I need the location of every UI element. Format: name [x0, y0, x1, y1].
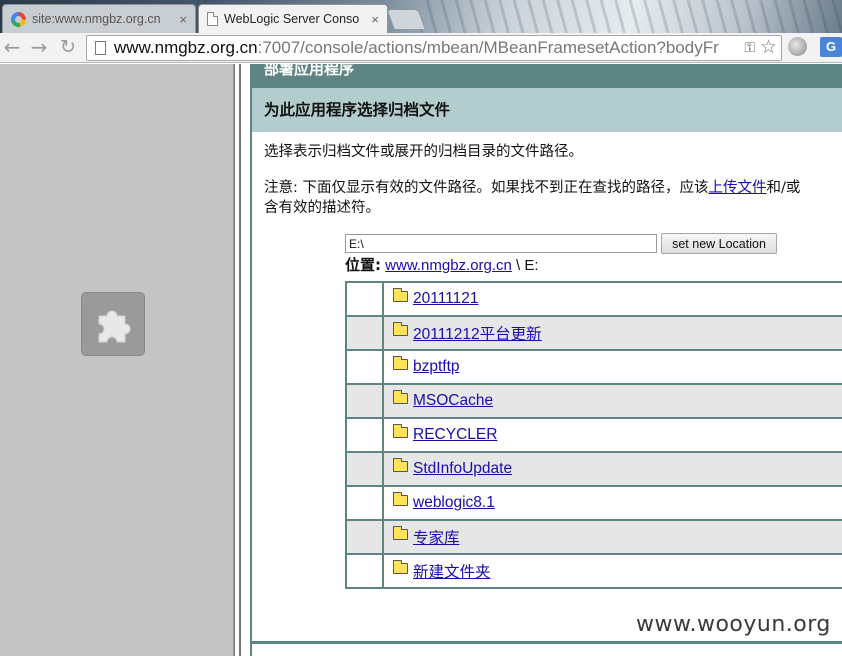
tab-google-search[interactable]: site:www.nmgbz.org.cn ×	[2, 4, 196, 33]
puzzle-piece-icon	[98, 310, 131, 343]
location-path: \ E:	[511, 257, 539, 274]
folder-icon	[393, 389, 408, 404]
table-row: RECYCLER	[345, 417, 842, 453]
url-path: :7007/console/actions/mbean/MBeanFramese…	[257, 38, 719, 57]
browser-toolbar: ← → ↻ www.nmgbz.org.cn:7007/console/acti…	[0, 33, 842, 63]
frame-divider[interactable]	[234, 64, 250, 656]
globe-extension-icon[interactable]	[788, 37, 807, 56]
select-cell[interactable]	[345, 553, 384, 589]
folder-icon	[393, 491, 408, 506]
folder-link[interactable]: 专家库	[413, 526, 460, 548]
folder-link[interactable]: RECYCLER	[413, 426, 497, 444]
tab-title: WebLogic Server Conso	[224, 12, 360, 26]
folder-icon	[393, 423, 408, 438]
left-navigation-frame	[0, 64, 234, 656]
folder-link[interactable]: 新建文件夹	[413, 560, 491, 582]
table-row: MSOCache	[345, 383, 842, 419]
folder-link[interactable]: weblogic8.1	[413, 494, 495, 512]
set-new-location-button[interactable]: set new Location	[661, 233, 777, 254]
key-icon[interactable]: ⚿	[741, 39, 755, 56]
tab-weblogic-console[interactable]: WebLogic Server Conso ×	[198, 4, 388, 33]
translate-extension-icon[interactable]: G	[820, 37, 842, 57]
bookmark-star-icon[interactable]: ☆	[759, 36, 777, 59]
folder-icon	[393, 525, 408, 540]
forward-arrow-icon[interactable]: →	[27, 36, 51, 60]
select-cell[interactable]	[345, 349, 384, 385]
location-label: 位置:	[345, 256, 381, 274]
content-footer-border	[252, 641, 842, 656]
select-cell[interactable]	[345, 519, 384, 555]
folder-icon	[393, 355, 408, 370]
url-host: www.nmgbz.org.cn	[114, 38, 258, 57]
select-cell[interactable]	[345, 315, 384, 351]
reload-icon[interactable]: ↻	[56, 36, 80, 60]
location-path-input[interactable]	[345, 234, 657, 253]
location-host-link[interactable]: www.nmgbz.org.cn	[385, 257, 512, 274]
table-row: 新建文件夹	[345, 553, 842, 589]
folder-link[interactable]: MSOCache	[413, 392, 493, 410]
select-cell[interactable]	[345, 383, 384, 419]
page-icon	[95, 41, 106, 55]
table-row: bzptftp	[345, 349, 842, 385]
close-icon[interactable]: ×	[371, 12, 379, 27]
folder-link[interactable]: bzptftp	[413, 358, 460, 376]
upload-file-link[interactable]: 上传文件	[709, 180, 767, 196]
document-icon	[207, 12, 218, 26]
table-row: 专家库	[345, 519, 842, 555]
back-arrow-icon[interactable]: ←	[0, 36, 24, 60]
folder-icon	[393, 321, 408, 336]
main-content-frame: 部署应用程序 为此应用程序选择归档文件 选择表示归档文件或展开的归档目录的文件路…	[250, 64, 842, 656]
tab-title: site:www.nmgbz.org.cn	[32, 12, 161, 26]
google-favicon-icon	[11, 11, 26, 27]
close-icon[interactable]: ×	[179, 12, 187, 27]
watermark: www.wooyun.org	[636, 612, 831, 637]
select-cell[interactable]	[345, 281, 384, 317]
folder-list-table: 20111121 20111212平台更新 bzptftp MSOCache R…	[345, 281, 842, 589]
address-bar[interactable]: www.nmgbz.org.cn:7007/console/actions/mb…	[86, 35, 782, 61]
table-row: 20111212平台更新	[345, 315, 842, 351]
table-row: StdInfoUpdate	[345, 451, 842, 487]
select-cell[interactable]	[345, 485, 384, 521]
current-location: 位置: www.nmgbz.org.cn \ E:	[345, 254, 539, 275]
browser-tab-strip: site:www.nmgbz.org.cn × WebLogic Server …	[0, 0, 842, 33]
missing-plugin-placeholder[interactable]	[81, 292, 145, 356]
select-cell[interactable]	[345, 417, 384, 453]
page-title: 部署应用程序	[252, 64, 842, 88]
note-text: 注意: 下面仅显示有效的文件路径。如果找不到正在查找的路径，应该上传文件和/或	[264, 180, 800, 197]
folder-icon	[393, 559, 408, 574]
folder-icon	[393, 457, 408, 472]
note-text-line2: 含有效的描述符。	[264, 200, 380, 216]
note-suffix: 和/或	[766, 180, 801, 196]
intro-text: 选择表示归档文件或展开的归档目录的文件路径。	[264, 144, 583, 160]
table-row: 20111121	[345, 281, 842, 317]
note-prefix: 注意: 下面仅显示有效的文件路径。如果找不到正在查找的路径，应该	[264, 180, 709, 196]
folder-link[interactable]: 20111121	[413, 290, 479, 308]
folder-link[interactable]: 20111212平台更新	[413, 322, 542, 344]
new-tab-button[interactable]	[386, 9, 426, 29]
folder-icon	[393, 287, 408, 302]
folder-link[interactable]: StdInfoUpdate	[413, 460, 512, 478]
select-cell[interactable]	[345, 451, 384, 487]
section-heading: 为此应用程序选择归档文件	[252, 88, 842, 132]
table-row: weblogic8.1	[345, 485, 842, 521]
